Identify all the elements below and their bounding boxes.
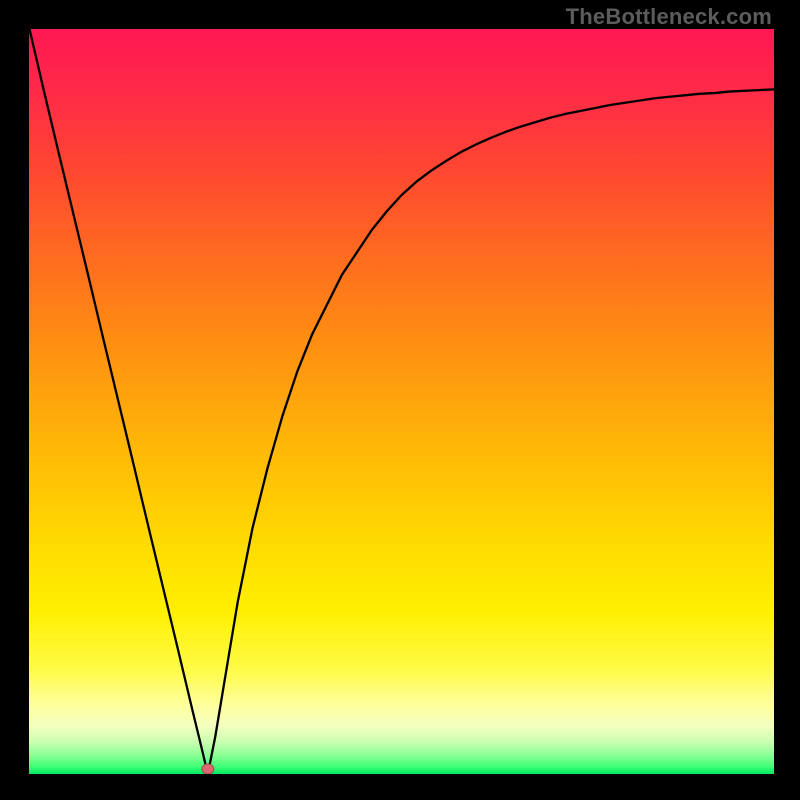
- plot-svg: [29, 29, 774, 774]
- chart-stage: TheBottleneck.com: [0, 0, 800, 800]
- plot-area: [29, 29, 774, 774]
- minimum-marker: [202, 764, 214, 774]
- watermark-url[interactable]: TheBottleneck.com: [566, 4, 772, 30]
- gradient-background: [29, 29, 774, 774]
